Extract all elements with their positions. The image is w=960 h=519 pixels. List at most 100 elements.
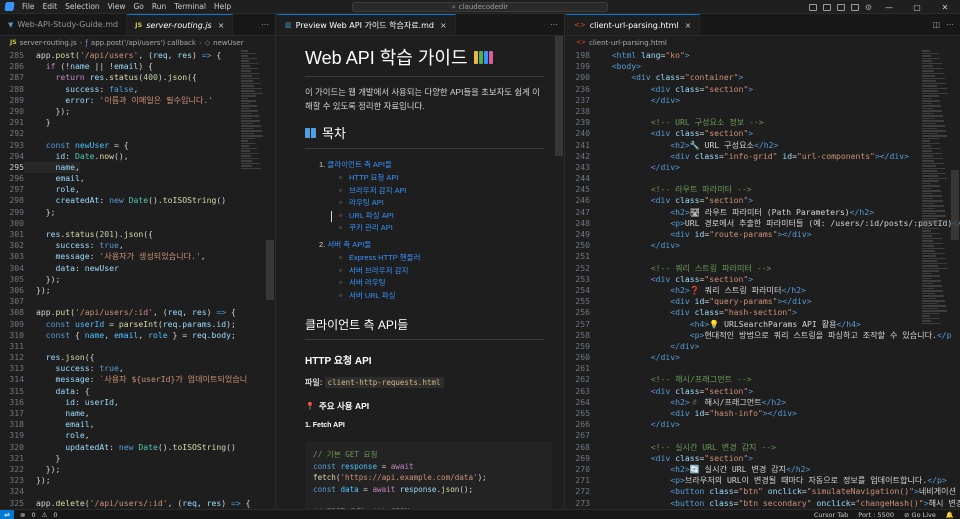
code-line[interactable]: 323}); [0, 475, 275, 486]
code-line[interactable]: 198 <html lang="ko"> [566, 50, 960, 61]
code-line[interactable]: 261 [566, 363, 960, 374]
code-line[interactable]: 259 </div> [566, 341, 960, 352]
code-line[interactable]: 266 </div> [566, 419, 960, 430]
code-line[interactable]: 300 [0, 218, 275, 229]
code-line[interactable]: 265 <div id="hash-info"></div> [566, 408, 960, 419]
breadcrumb-file[interactable]: client-url-parsing.html [589, 39, 667, 47]
code-line[interactable]: 243 </div> [566, 162, 960, 173]
tab-client-url-parsing[interactable]: <> client-url-parsing.html × [566, 14, 701, 35]
code-line[interactable]: 242 <div class="info-grid" id="url-compo… [566, 151, 960, 162]
more-actions-icon[interactable]: ⋯ [946, 20, 954, 29]
menu-file[interactable]: File [18, 0, 39, 14]
code-line[interactable]: 267 [566, 430, 960, 441]
settings-gear-icon[interactable]: ⚙ [865, 3, 872, 12]
error-count[interactable]: 0 [31, 511, 35, 519]
menu-run[interactable]: Run [148, 0, 170, 14]
code-line[interactable]: 303 message: '사용자가 생성되었습니다.', [0, 251, 275, 262]
code-line[interactable]: 294 id: Date.now(), [0, 151, 275, 162]
code-line[interactable]: 238 [566, 106, 960, 117]
code-line[interactable]: 320 updatedAt: new Date().toISOString() [0, 442, 275, 453]
vertical-scrollbar[interactable] [950, 50, 960, 509]
code-line[interactable]: 255 <div id="query-params"></div> [566, 296, 960, 307]
code-line[interactable]: 256 <div class="hash-section"> [566, 307, 960, 318]
code-line[interactable]: 240 <div class="section"> [566, 128, 960, 139]
menu-view[interactable]: View [104, 0, 130, 14]
code-line[interactable]: 317 name, [0, 408, 275, 419]
command-center-search[interactable]: ⌕ claudecodedir [352, 2, 608, 12]
error-icon[interactable]: ⊗ [20, 511, 25, 519]
vertical-scrollbar[interactable] [554, 36, 564, 509]
code-line[interactable]: 325 app.delete('/api/users/:id', (req, re… [0, 498, 275, 509]
code-line[interactable]: 236 <div class="section"> [566, 84, 960, 95]
code-line[interactable]: 305 }); [0, 274, 275, 285]
code-line[interactable]: 248 <p>URL 경로에서 추출한 파라미터들 (예: /users/:id… [566, 218, 960, 229]
code-line[interactable]: 293 const newUser = { [0, 140, 275, 151]
code-line[interactable]: 322 }); [0, 464, 275, 475]
warning-count[interactable]: 0 [53, 511, 57, 519]
code-line[interactable]: 301 res.status(201).json({ [0, 229, 275, 240]
code-line[interactable]: 310 const { name, email, role } = req.bo… [0, 330, 275, 341]
code-line[interactable]: 241 <h2>🔧 URL 구성요소</h2> [566, 140, 960, 151]
code-line[interactable]: 308 app.put('/api/users/:id', (req, res) … [0, 307, 275, 318]
code-line[interactable]: 319 role, [0, 430, 275, 441]
code-line[interactable]: 200 <div class="container"> [566, 72, 960, 83]
code-line[interactable]: 306}); [0, 285, 275, 296]
notifications-bell-icon[interactable]: 🔔 [946, 511, 954, 519]
code-line[interactable]: 260 </div> [566, 352, 960, 363]
code-line[interactable]: 257 <h4>💡 URLSearchParams API 활용</h4> [566, 319, 960, 330]
maximize-icon[interactable]: ▢ [906, 3, 928, 12]
split-editor-icon[interactable]: ◫ [932, 20, 940, 29]
code-line[interactable]: 253 <div class="section"> [566, 274, 960, 285]
code-line[interactable]: 315 data: { [0, 386, 275, 397]
port-status[interactable]: Port : 5500 [858, 511, 894, 519]
toc-link-server-url[interactable]: 서버 URL 파싱 [305, 290, 544, 303]
toc-link-url[interactable]: URL 파싱 API [305, 210, 544, 223]
code-line[interactable]: 313 success: true, [0, 363, 275, 374]
tab-server-routing[interactable]: JS server-routing.js × [127, 14, 234, 35]
code-line[interactable]: 264 <h2>#️ 해시/프래그먼트</h2> [566, 397, 960, 408]
cursor-tab-status[interactable]: Cursor Tab [814, 511, 848, 519]
code-line[interactable]: 318 email, [0, 419, 275, 430]
code-line[interactable]: 302 success: true, [0, 240, 275, 251]
code-line[interactable]: 296 email, [0, 173, 275, 184]
code-line[interactable]: 269 <div class="section"> [566, 453, 960, 464]
code-line[interactable]: 246 <div class="section"> [566, 195, 960, 206]
code-line[interactable]: 304 data: newUser [0, 263, 275, 274]
code-line[interactable]: 263 <div class="section"> [566, 386, 960, 397]
code-line[interactable]: 268 <!-- 실시간 URL 변경 감지 --> [566, 442, 960, 453]
menu-help[interactable]: Help [210, 0, 235, 14]
vertical-scrollbar[interactable] [265, 50, 275, 509]
code-line[interactable]: 285 app.post('/api/users', (req, res) => … [0, 50, 275, 61]
code-line[interactable]: 286 if (!name || !email) { [0, 61, 275, 72]
minimize-icon[interactable]: — [878, 3, 900, 12]
tab-preview[interactable]: ▥ Preview Web API 가이드 학습자료.md × [277, 14, 456, 35]
toc-link-server-routing[interactable]: 서버 라우팅 [305, 277, 544, 290]
code-line[interactable]: 244 [566, 173, 960, 184]
go-live-button[interactable]: ⊘ Go Live [904, 511, 936, 519]
code-line[interactable]: 237 </div> [566, 95, 960, 106]
toc-item-client[interactable]: 1. 클라이언트 측 API들 [305, 157, 544, 172]
minimap[interactable] [922, 50, 948, 350]
menu-selection[interactable]: Selection [61, 0, 104, 14]
close-window-icon[interactable]: ✕ [934, 3, 956, 12]
breadcrumb-symbol[interactable]: newUser [213, 39, 243, 47]
toggle-sidebar-icon[interactable] [822, 3, 831, 11]
menu-go[interactable]: Go [129, 0, 147, 14]
code-line[interactable]: 316 id: userId, [0, 397, 275, 408]
code-line[interactable]: 249 <div id="route-params"></div> [566, 229, 960, 240]
tab-web-api-study-guide[interactable]: ▼ Web-API-Study-Guide.md [0, 14, 128, 35]
breadcrumb-file[interactable]: server-routing.js [20, 39, 77, 47]
code-line[interactable]: 199 <body> [566, 61, 960, 72]
layout-icon[interactable] [808, 3, 817, 11]
code-line[interactable]: 324 [0, 486, 275, 497]
code-line[interactable]: 321 } [0, 453, 275, 464]
more-actions-icon[interactable]: ⋯ [550, 20, 558, 29]
minimap[interactable] [241, 50, 263, 190]
code-line[interactable]: 250 </div> [566, 240, 960, 251]
toc-link-cookie[interactable]: 쿠키 관리 API [305, 222, 544, 235]
code-line[interactable]: 289 error: '이름과 이메일은 필수입니다.' [0, 95, 275, 106]
remote-icon[interactable]: ⇌ [0, 509, 14, 519]
code-line[interactable]: 270 <h2>🔄 실시간 URL 변경 감지</h2> [566, 464, 960, 475]
toc-link[interactable]: 서버 측 API들 [327, 240, 371, 249]
code-line[interactable]: 295 name, [0, 161, 275, 174]
